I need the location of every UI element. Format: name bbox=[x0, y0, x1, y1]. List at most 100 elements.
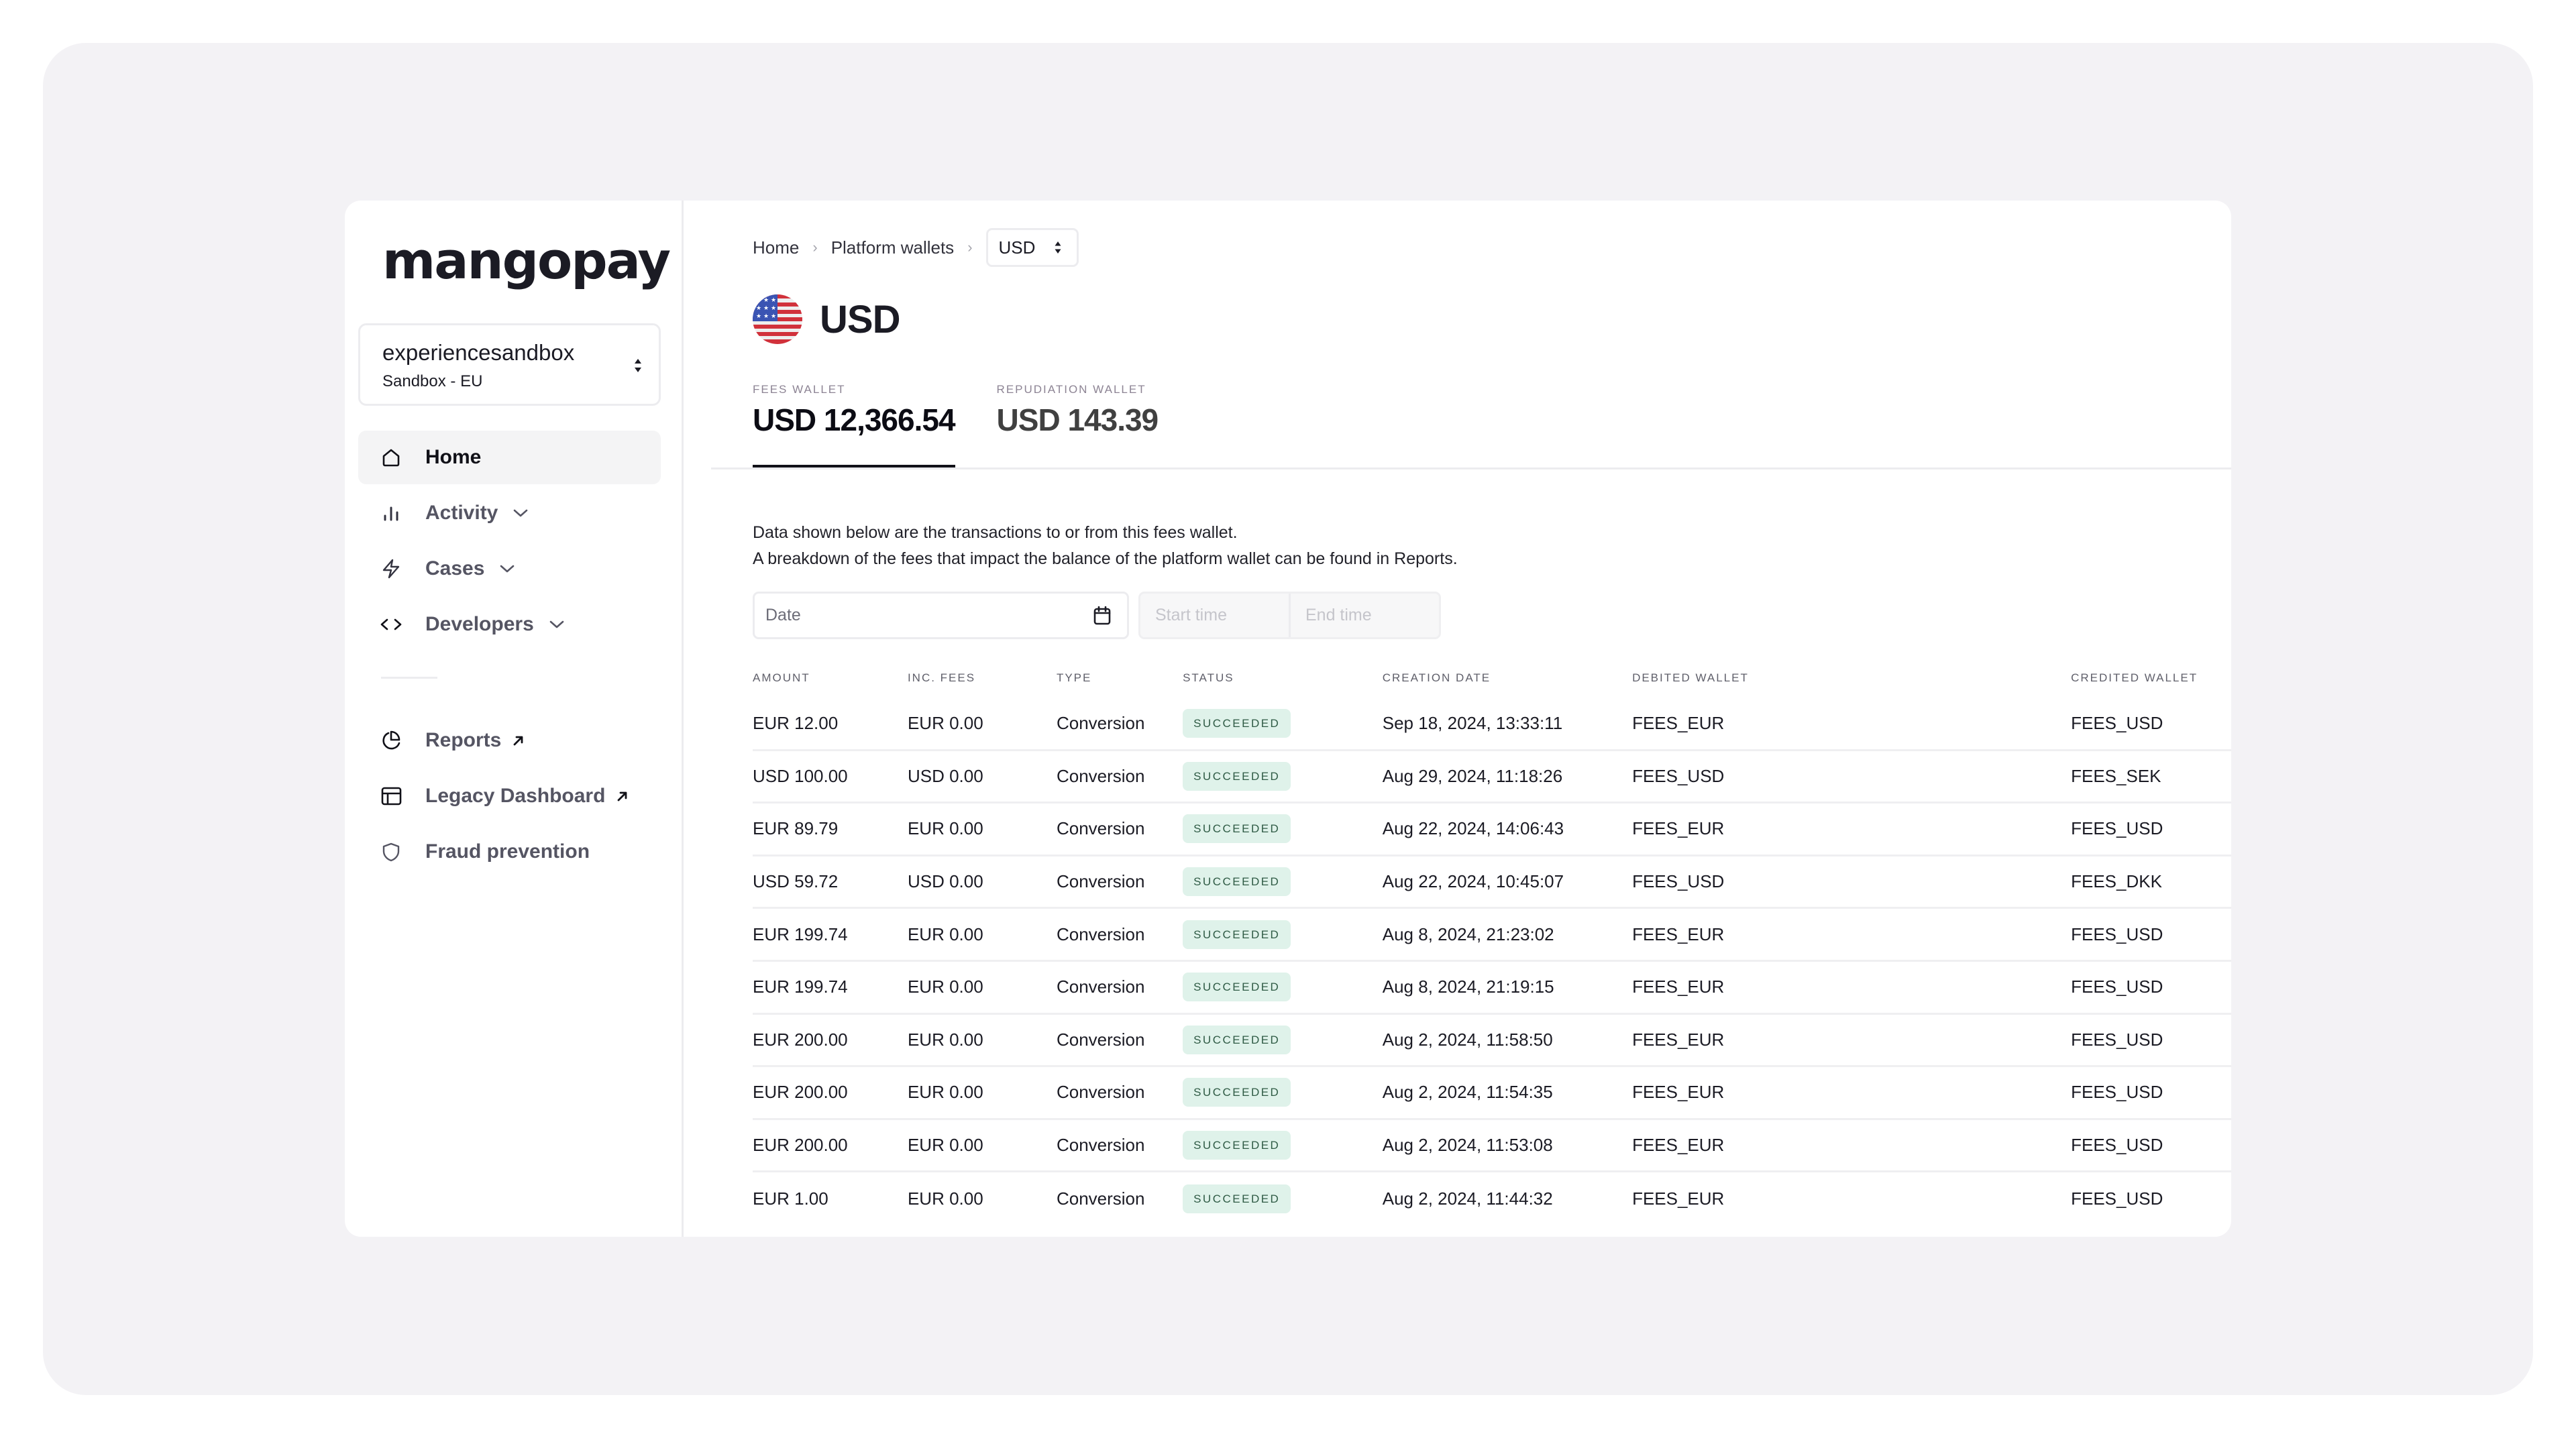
cell-type: Conversion bbox=[1056, 765, 1145, 786]
cell-amount: EUR 200.00 bbox=[753, 1029, 848, 1050]
cell-credited-wallet: FEES_USD bbox=[2071, 1188, 2163, 1209]
cell-status: SUCCEEDED bbox=[1183, 1078, 1383, 1107]
column-header-creation-date[interactable]: CREATION DATE bbox=[1383, 671, 1632, 685]
column-header-inc-fees[interactable]: INC. FEES bbox=[908, 671, 1057, 685]
home-icon bbox=[380, 446, 402, 469]
cell-type: Conversion bbox=[1056, 713, 1145, 734]
cell-amount: EUR 200.00 bbox=[753, 1135, 848, 1156]
sidebar-item-developers[interactable]: Developers bbox=[358, 598, 661, 651]
calendar-icon[interactable] bbox=[1092, 605, 1112, 626]
sort-arrows-icon bbox=[635, 359, 641, 372]
table-row[interactable]: EUR 199.74 EUR 0.00 Conversion SUCCEEDED… bbox=[753, 909, 2231, 962]
cell-inc-fees: USD 0.00 bbox=[907, 871, 983, 892]
environment-selector[interactable]: experiencesandbox Sandbox - EU bbox=[358, 323, 661, 406]
cell-creation-date: Aug 2, 2024, 11:54:35 bbox=[1382, 1082, 1553, 1103]
cell-inc-fees: EUR 0.00 bbox=[907, 1082, 983, 1103]
chevron-down-icon bbox=[500, 565, 515, 573]
svg-text:★: ★ bbox=[771, 305, 776, 312]
shield-icon bbox=[380, 840, 402, 863]
tabs-divider bbox=[711, 467, 2231, 469]
sidebar-item-home[interactable]: Home bbox=[358, 431, 661, 484]
status-badge: SUCCEEDED bbox=[1183, 1025, 1291, 1054]
cell-type: Conversion bbox=[1056, 1029, 1145, 1050]
sidebar-item-activity[interactable]: Activity bbox=[358, 486, 661, 540]
status-badge: SUCCEEDED bbox=[1183, 1078, 1291, 1107]
sidebar-item-label: Legacy Dashboard bbox=[425, 785, 606, 807]
lightning-icon bbox=[380, 557, 402, 580]
table-header: AMOUNT INC. FEES TYPE STATUS CREATION DA… bbox=[753, 658, 2231, 698]
breadcrumb-home[interactable]: Home bbox=[753, 237, 799, 258]
cell-creation-date: Aug 29, 2024, 11:18:26 bbox=[1382, 765, 1563, 786]
tab-fees-wallet[interactable]: FEES WALLET USD 12,366.54 bbox=[753, 383, 956, 468]
cell-status: SUCCEEDED bbox=[1183, 709, 1383, 738]
breadcrumb-platform-wallets[interactable]: Platform wallets bbox=[831, 237, 955, 258]
sidebar-item-legacy-dashboard[interactable]: Legacy Dashboard bbox=[358, 769, 661, 823]
cell-credited-wallet: FEES_USD bbox=[2071, 924, 2163, 944]
sidebar-item-fraud-prevention[interactable]: Fraud prevention bbox=[358, 825, 661, 879]
cell-credited-wallet: FEES_USD bbox=[2071, 1135, 2163, 1156]
table-row[interactable]: EUR 200.00 EUR 0.00 Conversion SUCCEEDED… bbox=[753, 1067, 2231, 1120]
column-header-debited-wallet[interactable]: DEBITED WALLET bbox=[1632, 671, 2071, 685]
cell-creation-date: Aug 22, 2024, 14:06:43 bbox=[1382, 818, 1564, 839]
table-body: EUR 12.00 EUR 0.00 Conversion SUCCEEDED … bbox=[753, 698, 2231, 1225]
cell-amount: USD 59.72 bbox=[753, 871, 839, 892]
chevron-right-icon: › bbox=[967, 239, 973, 256]
column-header-type[interactable]: TYPE bbox=[1057, 671, 1183, 685]
cell-inc-fees: EUR 0.00 bbox=[907, 818, 983, 839]
currency-select[interactable]: USD bbox=[985, 228, 1079, 267]
cell-amount: EUR 200.00 bbox=[753, 1082, 848, 1103]
sidebar-item-label: Developers bbox=[425, 613, 534, 635]
wallet-description: Data shown below are the transactions to… bbox=[753, 520, 1458, 572]
description-line: A breakdown of the fees that impact the … bbox=[753, 549, 1458, 568]
cell-type: Conversion bbox=[1056, 1188, 1145, 1209]
table-row[interactable]: EUR 1.00 EUR 0.00 Conversion SUCCEEDED A… bbox=[753, 1172, 2231, 1225]
sidebar-item-reports[interactable]: Reports bbox=[358, 714, 661, 767]
table-row[interactable]: USD 100.00 USD 0.00 Conversion SUCCEEDED… bbox=[753, 751, 2231, 804]
column-header-credited-wallet[interactable]: CREDITED WALLET bbox=[2071, 671, 2231, 685]
cell-credited-wallet: FEES_USD bbox=[2071, 713, 2163, 734]
sidebar-item-cases[interactable]: Cases bbox=[358, 542, 661, 596]
svg-text:★: ★ bbox=[756, 305, 761, 312]
cell-debited-wallet: FEES_EUR bbox=[1632, 1029, 1725, 1050]
column-header-amount[interactable]: AMOUNT bbox=[753, 671, 908, 685]
page-title: USD bbox=[820, 297, 900, 341]
start-time-input[interactable]: Start time bbox=[1140, 594, 1289, 637]
end-time-input[interactable]: End time bbox=[1289, 594, 1439, 637]
table-row[interactable]: EUR 200.00 EUR 0.00 Conversion SUCCEEDED… bbox=[753, 1015, 2231, 1068]
chevron-down-icon bbox=[549, 620, 564, 628]
date-filter-input[interactable]: Date bbox=[753, 592, 1129, 639]
svg-text:★: ★ bbox=[756, 297, 761, 304]
sort-arrows-icon bbox=[1055, 241, 1061, 254]
column-header-status[interactable]: STATUS bbox=[1183, 671, 1383, 685]
currency-select-value: USD bbox=[998, 237, 1036, 258]
external-link-icon bbox=[513, 736, 523, 746]
table-row[interactable]: EUR 89.79 EUR 0.00 Conversion SUCCEEDED … bbox=[753, 804, 2231, 856]
cell-creation-date: Aug 22, 2024, 10:45:07 bbox=[1382, 871, 1564, 892]
sidebar-item-label: Cases bbox=[425, 557, 485, 579]
table-row[interactable]: EUR 200.00 EUR 0.00 Conversion SUCCEEDED… bbox=[753, 1120, 2231, 1173]
svg-text:★: ★ bbox=[763, 297, 769, 304]
cell-debited-wallet: FEES_EUR bbox=[1632, 977, 1725, 997]
svg-text:★: ★ bbox=[756, 313, 761, 320]
pie-chart-icon bbox=[380, 729, 402, 752]
cell-status: SUCCEEDED bbox=[1183, 1025, 1383, 1054]
status-badge: SUCCEEDED bbox=[1183, 1184, 1291, 1214]
wallet-balance: USD 12,366.54 bbox=[753, 402, 956, 437]
cell-amount: EUR 199.74 bbox=[753, 924, 848, 944]
description-line: Data shown below are the transactions to… bbox=[753, 523, 1238, 542]
status-badge: SUCCEEDED bbox=[1183, 920, 1291, 949]
cell-inc-fees: EUR 0.00 bbox=[907, 924, 983, 944]
status-badge: SUCCEEDED bbox=[1183, 973, 1291, 1002]
mangopay-logo[interactable]: mangopay bbox=[382, 235, 671, 286]
status-badge: SUCCEEDED bbox=[1183, 867, 1291, 897]
table-row[interactable]: EUR 12.00 EUR 0.00 Conversion SUCCEEDED … bbox=[753, 698, 2231, 751]
cell-amount: EUR 89.79 bbox=[753, 818, 839, 839]
tab-repudiation-wallet[interactable]: REPUDIATION WALLET USD 143.39 bbox=[997, 383, 1159, 468]
cell-type: Conversion bbox=[1056, 871, 1145, 892]
cell-status: SUCCEEDED bbox=[1183, 1184, 1383, 1214]
sidebar-item-label: Reports bbox=[425, 729, 502, 751]
cell-type: Conversion bbox=[1056, 818, 1145, 839]
table-row[interactable]: EUR 199.74 EUR 0.00 Conversion SUCCEEDED… bbox=[753, 962, 2231, 1015]
table-row[interactable]: USD 59.72 USD 0.00 Conversion SUCCEEDED … bbox=[753, 856, 2231, 909]
transactions-table: AMOUNT INC. FEES TYPE STATUS CREATION DA… bbox=[753, 658, 2231, 1225]
